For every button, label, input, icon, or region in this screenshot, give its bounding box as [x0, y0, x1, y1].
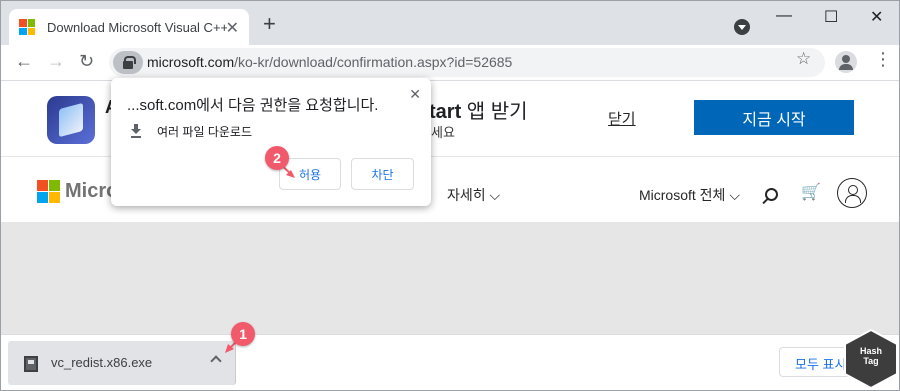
cart-icon[interactable]: 🛒 [801, 182, 821, 202]
forward-button[interactable]: → [47, 51, 65, 72]
back-button[interactable]: ← [15, 51, 33, 72]
app-icon [47, 96, 95, 144]
watermark-text: Hash Tag [843, 346, 899, 366]
address-bar[interactable]: microsoft.com/ko-kr/download/confirmatio… [109, 48, 825, 77]
url-path: /ko-kr/download/confirmation.aspx?id=526… [234, 54, 513, 70]
page-body [1, 222, 899, 334]
download-item[interactable]: vc_redist.x86.exe [8, 341, 236, 385]
banner-title-rest: 앱 받기 [461, 101, 528, 123]
download-file-name: vc_redist.x86.exe [51, 355, 153, 370]
tab-title: Download Microsoft Visual C++ [47, 19, 227, 35]
watermark-line1: Hash [859, 346, 882, 356]
microsoft-logo-icon [19, 19, 35, 35]
more-menu[interactable]: 자세히 ⌵ [447, 185, 500, 205]
browser-window: Download Microsoft Visual C++ ✕ + — ☐ ✕ … [0, 0, 900, 391]
url-domain: microsoft.com [147, 54, 235, 70]
chevron-up-icon[interactable] [210, 355, 222, 367]
lock-icon[interactable] [113, 51, 143, 74]
tab-search-icon[interactable] [734, 19, 750, 35]
microsoft-logo-icon[interactable] [37, 180, 60, 203]
minimize-button[interactable]: — [776, 7, 792, 25]
url-text[interactable]: microsoft.com/ko-kr/download/confirmatio… [147, 54, 512, 70]
profile-avatar-icon[interactable] [835, 51, 857, 73]
banner-title-bold: tart [429, 101, 462, 123]
maximize-button[interactable]: ☐ [824, 7, 838, 27]
watermark-line2: Tag [863, 356, 879, 366]
account-icon[interactable] [837, 178, 867, 208]
banner-title: tart 앱 받기 [429, 95, 528, 124]
banner-subtitle: 세요 [431, 125, 455, 140]
step-badge-one: 1 [231, 322, 255, 346]
download-icon-base [131, 136, 141, 138]
start-now-button[interactable]: 지금 시작 [694, 100, 854, 135]
new-tab-button[interactable]: + [263, 13, 276, 35]
step-badge-two: 2 [265, 146, 289, 170]
tab-strip: Download Microsoft Visual C++ ✕ + — ☐ ✕ [1, 1, 899, 45]
reload-button[interactable]: ↻ [79, 51, 94, 72]
tab-close-icon[interactable]: ✕ [226, 18, 239, 38]
popup-close-icon[interactable]: ✕ [409, 86, 421, 103]
banner-close-link[interactable]: 닫기 [608, 108, 636, 129]
browser-menu-icon[interactable]: ⋮ [874, 49, 892, 70]
tab-download-vc[interactable]: Download Microsoft Visual C++ ✕ [9, 9, 249, 45]
hashtag-watermark: Hash Tag [843, 328, 899, 390]
bookmark-star-icon[interactable]: ☆ [796, 49, 811, 69]
permission-popup: ...soft.com에서 다음 권한을 요청합니다. ✕ 여러 파일 다운로드… [111, 78, 431, 206]
all-microsoft-menu[interactable]: Microsoft 전체 ⌵ [639, 185, 740, 205]
block-button[interactable]: 차단 [351, 158, 414, 190]
close-window-button[interactable]: ✕ [870, 7, 883, 27]
exe-file-icon [24, 356, 38, 372]
browser-toolbar: ← → ↻ microsoft.com/ko-kr/download/confi… [1, 45, 899, 81]
permission-text: 여러 파일 다운로드 [157, 125, 252, 139]
download-bar: vc_redist.x86.exe 모두 표시 [1, 334, 899, 390]
search-icon[interactable] [765, 188, 778, 201]
popup-title: ...soft.com에서 다음 권한을 요청합니다. [127, 97, 379, 114]
